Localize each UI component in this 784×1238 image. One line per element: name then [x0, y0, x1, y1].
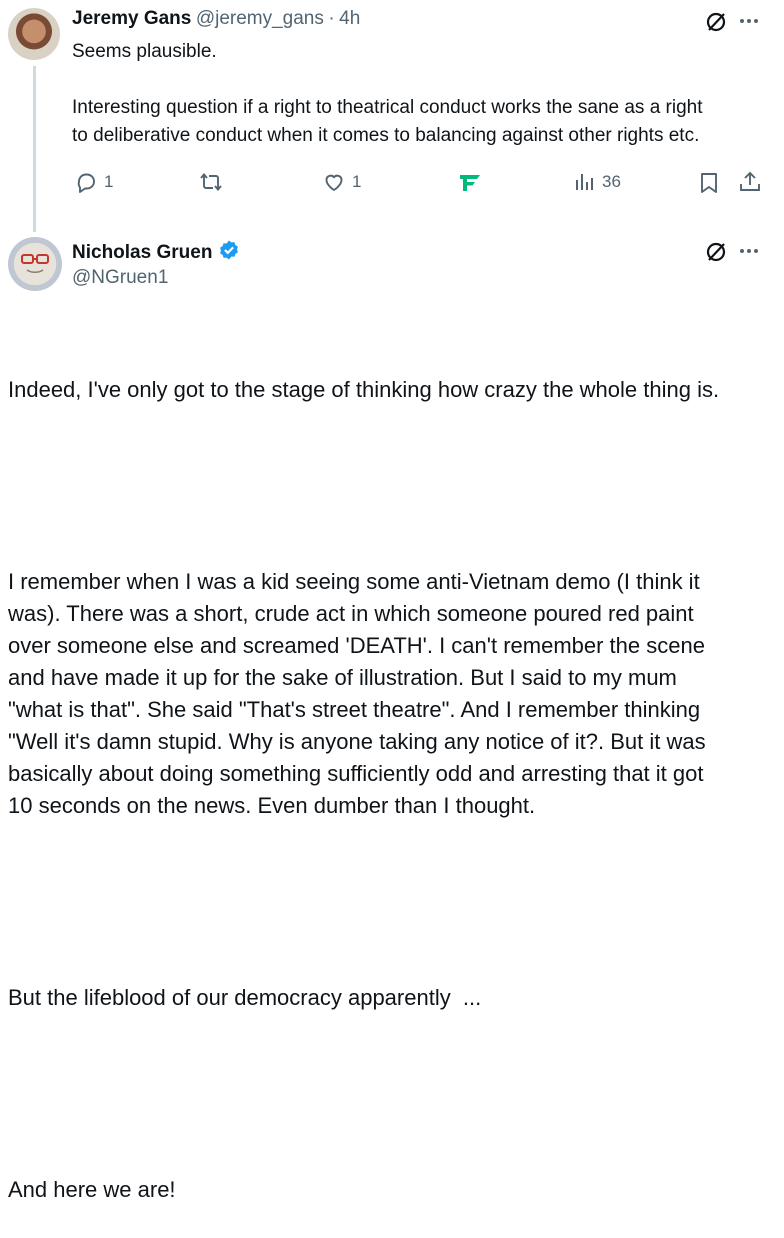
promote-icon: [458, 171, 484, 193]
tweet1-header: Jeremy Gans @jeremy_gans · 4h: [72, 8, 360, 30]
tweet2-author-handle[interactable]: @NGruen1: [72, 267, 168, 289]
tweet1-line: Interesting question if a right to theat…: [72, 97, 703, 118]
tweet2-paragraph: And here we are!: [8, 1177, 176, 1202]
more-icon[interactable]: [738, 240, 760, 262]
reply-icon: [74, 170, 98, 194]
views-count: 36: [602, 172, 621, 191]
tweet2-name-row: Nicholas Gruen: [72, 239, 240, 266]
reply-count: 1: [104, 172, 114, 191]
more-icon[interactable]: [738, 10, 760, 32]
tweet1-separator: ·: [328, 8, 335, 29]
tweet1-timestamp[interactable]: 4h: [339, 8, 360, 29]
tweet1-line: [72, 66, 778, 94]
thread-connector-line: [33, 66, 36, 232]
verified-badge-icon[interactable]: [218, 239, 240, 266]
tweet1-author-handle[interactable]: @jeremy_gans: [196, 8, 324, 29]
tweet2-author-name[interactable]: Nicholas Gruen: [72, 242, 212, 264]
tweet1-line: to deliberative conduct when it comes to…: [72, 125, 700, 146]
tweet1-body: Seems plausible. Interesting question if…: [72, 38, 778, 150]
views-icon: [574, 170, 596, 194]
grok-slash-icon[interactable]: [704, 240, 728, 264]
reply-button[interactable]: 1: [74, 170, 113, 194]
like-count: 1: [352, 172, 362, 191]
tweet2-body: Indeed, I've only got to the stage of th…: [8, 310, 778, 1238]
tweet1-author-name[interactable]: Jeremy Gans: [72, 8, 191, 29]
tweet2-paragraph: Indeed, I've only got to the stage of th…: [8, 377, 720, 402]
grok-slash-icon[interactable]: [704, 10, 728, 34]
share-icon[interactable]: [738, 170, 762, 194]
tweet2-paragraph: But the lifeblood of our democracy appar…: [8, 985, 482, 1010]
tweet2-paragraph: I remember when I was a kid seeing some …: [8, 569, 706, 818]
promote-button[interactable]: [458, 171, 484, 193]
views-button[interactable]: 36: [574, 170, 621, 194]
like-icon: [322, 170, 346, 194]
avatar-jeremy-gans[interactable]: [8, 8, 60, 60]
avatar-nicholas-gruen[interactable]: [8, 237, 62, 291]
avatar-glasses-icon: [21, 254, 49, 273]
tweet1-line: Seems plausible.: [72, 41, 217, 62]
retweet-icon: [198, 170, 224, 194]
retweet-button[interactable]: [198, 170, 224, 194]
bookmark-icon[interactable]: [698, 171, 720, 195]
like-button[interactable]: 1: [322, 170, 361, 194]
